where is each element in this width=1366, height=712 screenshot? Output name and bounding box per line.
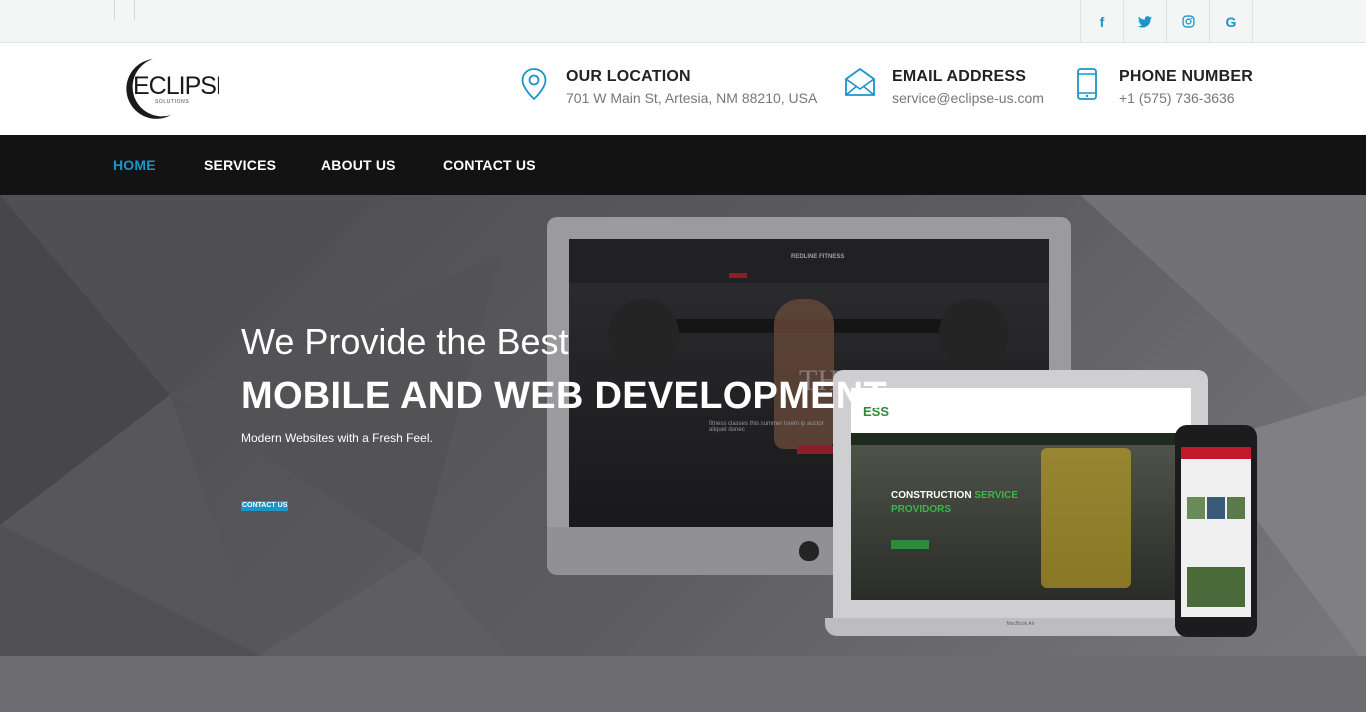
laptop-title-2: SERVICE [974,490,1019,501]
hero-contact-button[interactable]: CONTACT US [241,501,289,511]
svg-text:ECLIPSE: ECLIPSE [133,72,219,100]
laptop-model: MacBook Air [1006,621,1035,627]
location-title: OUR LOCATION [566,68,691,85]
svg-text:SOLUTIONS: SOLUTIONS [155,99,189,105]
location-address: 701 W Main St, Artesia, NM 88210, USA [566,90,818,106]
divider [134,0,135,20]
phone-info: PHONE NUMBER +1 (575) 736-3636 [1070,67,1253,109]
email-address[interactable]: service@eclipse-us.com [892,87,1044,109]
location-info: OUR LOCATION 701 W Main St, Artesia, NM … [517,67,817,109]
eclipse-logo[interactable]: ECLIPSE SOLUTIONS [119,57,233,119]
divider [114,0,115,20]
nav-services[interactable]: SERVICES [204,135,276,195]
facebook-icon[interactable]: f [1081,0,1124,43]
hero-lower-band [0,656,1366,712]
instagram-icon[interactable] [1167,0,1210,43]
laptop-title-3: PROVIDORS [891,504,952,515]
phone-screen [1181,447,1251,617]
main-nav: HOME SERVICES ABOUT US CONTACT US [0,135,1366,195]
nav-about[interactable]: ABOUT US [321,135,396,195]
hero-title: MOBILE AND WEB DEVELOPMENT [241,375,888,417]
hero-banner: REDLINE FITNESS THE WO fitness classes t… [0,195,1366,712]
nav-contact[interactable]: CONTACT US [443,135,536,195]
laptop-base: MacBook Air [825,618,1216,636]
laptop-mockup: ESS CONSTRUCTION SERVICE PROVIDORS MacBo… [825,370,1216,636]
social-links: f G [1080,0,1253,43]
top-bar: f G [0,0,1366,43]
hero-subtitle: We Provide the Best [241,321,569,362]
phone-mockup [1175,425,1257,637]
email-info: EMAIL ADDRESS service@eclipse-us.com [843,67,1044,109]
phone-title: PHONE NUMBER [1119,68,1253,85]
phone-icon [1070,67,1104,107]
google-icon[interactable]: G [1210,0,1253,43]
email-title: EMAIL ADDRESS [892,68,1027,85]
site-header: ECLIPSE SOLUTIONS OUR LOCATION 701 W Mai… [0,43,1366,135]
nav-home[interactable]: HOME [113,135,156,195]
envelope-icon [843,67,877,107]
twitter-icon[interactable] [1124,0,1167,43]
map-pin-icon [517,67,551,107]
laptop-title-1: CONSTRUCTION [891,490,972,501]
hero-tagline: Modern Websites with a Fresh Feel. [241,431,433,445]
laptop-screen: ESS CONSTRUCTION SERVICE PROVIDORS [851,388,1191,600]
phone-number[interactable]: +1 (575) 736-3636 [1119,87,1253,109]
